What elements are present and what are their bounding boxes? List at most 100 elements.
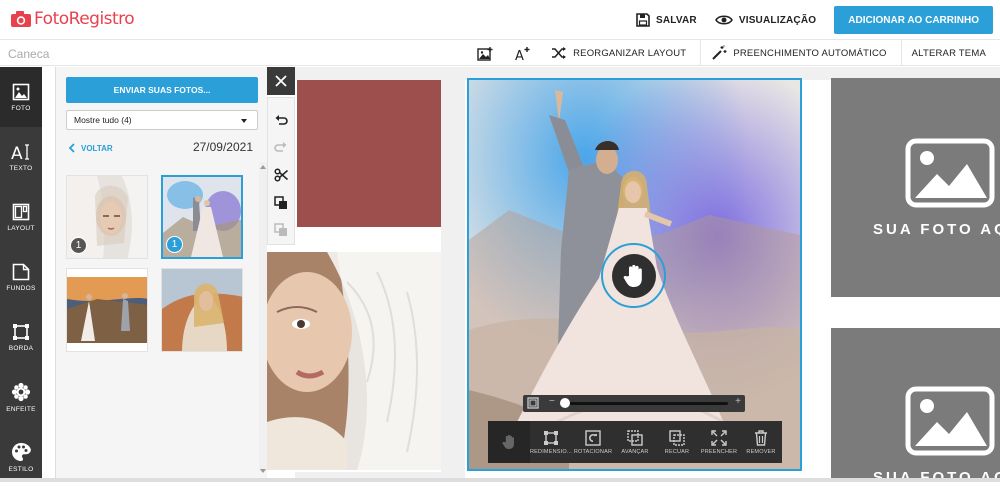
zoom-slider-track[interactable] [563, 402, 728, 405]
image-placeholder-icon [905, 138, 995, 208]
drag-handle-inner [611, 253, 656, 298]
usage-count-badge: 1 [70, 237, 87, 254]
zoom-in-icon[interactable]: + [735, 396, 741, 407]
redo-button[interactable] [274, 134, 288, 162]
copy-button[interactable] [274, 189, 288, 217]
nav-label: TEXTO [9, 164, 33, 172]
photo-thumbnail[interactable]: 1 [66, 175, 148, 259]
text-icon: A [11, 144, 29, 161]
remove-label: REMOVER [746, 448, 776, 455]
nav-backgrounds[interactable]: FUNDOS [0, 247, 42, 307]
nav-text[interactable]: A TEXTO [0, 127, 42, 187]
toolbar-divider [900, 40, 902, 66]
toolbar-divider [700, 40, 702, 66]
photo-icon [12, 83, 30, 100]
magic-wand-icon [712, 45, 727, 60]
resize-button[interactable]: REDIMENSIO... [530, 421, 572, 463]
redo-icon [274, 142, 287, 153]
thumbnail-image [67, 269, 147, 351]
zoom-slider-handle[interactable] [560, 398, 570, 408]
edit-tools [267, 97, 295, 245]
add-text-button[interactable]: A [514, 46, 537, 61]
background-icon [12, 263, 30, 280]
rotate-label: ROTACIONAR [573, 448, 613, 455]
fit-frame-icon[interactable] [527, 397, 539, 409]
add-text-icon: A [515, 46, 530, 61]
thumbnail-image [162, 269, 242, 351]
bottom-scrollbar[interactable] [0, 478, 1000, 482]
image-placeholder-icon [905, 386, 995, 456]
zoom-out-icon[interactable]: − [549, 396, 555, 407]
copy-icon [274, 195, 287, 209]
photo-frame-left[interactable] [267, 252, 441, 470]
expand-icon [711, 429, 727, 446]
photo-thumbnail[interactable] [66, 268, 148, 352]
logo[interactable]: FotoRegistro [10, 9, 135, 29]
nav-photo[interactable]: FOTO [0, 67, 42, 127]
scissors-icon [274, 168, 288, 182]
rearrange-layout-label: REORGANIZAR LAYOUT [573, 47, 687, 59]
add-to-cart-button[interactable]: ADICIONAR AO CARRINHO [834, 6, 993, 34]
folder-date: 27/09/2021 [192, 140, 253, 154]
nav-layout[interactable]: LAYOUT [0, 187, 42, 247]
close-panel-button[interactable] [267, 67, 295, 95]
paste-button[interactable] [274, 216, 288, 244]
add-image-button[interactable] [477, 46, 500, 61]
send-backward-icon [669, 429, 685, 446]
nav-border[interactable]: BORDA [0, 307, 42, 367]
photo-filter-select[interactable]: Mostre tudo (4) [66, 110, 258, 130]
photo-placeholder[interactable]: SUA FOTO AQUI [831, 78, 1000, 297]
pan-button[interactable] [488, 421, 530, 463]
usage-count-badge: 1 [166, 236, 183, 253]
color-block[interactable] [297, 80, 441, 227]
side-navigation: FOTO A TEXTO LAYOUT FUNDOS BORDA ENFEITE… [0, 67, 42, 482]
save-label: SALVAR [656, 14, 697, 26]
caret-down-icon [241, 119, 247, 123]
nav-label: FUNDOS [6, 284, 36, 292]
preview-button[interactable]: VISUALIZAÇÃO [714, 14, 816, 26]
nav-label: BORDA [8, 344, 34, 352]
fill-button[interactable]: PREENCHER [698, 421, 740, 463]
nav-decoration[interactable]: ENFEITE [0, 367, 42, 427]
shuffle-icon [552, 47, 567, 59]
rotate-button[interactable]: ROTACIONAR [572, 421, 614, 463]
resize-icon [544, 430, 558, 445]
drag-handle[interactable] [601, 243, 666, 308]
back-label: VOLTAR [81, 143, 113, 153]
cut-button[interactable] [274, 161, 288, 189]
scroll-up-icon[interactable] [260, 165, 266, 169]
save-icon [636, 13, 650, 27]
zoom-control: − + [523, 395, 745, 412]
save-button[interactable]: SALVAR [636, 13, 697, 27]
photo-thumbnail[interactable] [161, 268, 243, 352]
nav-label: LAYOUT [7, 224, 35, 232]
photo-placeholder[interactable]: SUA FOTO AQUI [831, 328, 1000, 482]
undo-button[interactable] [274, 106, 288, 134]
bring-forward-button[interactable]: AVANÇAR [614, 421, 656, 463]
change-theme-button[interactable]: ALTERAR TEMA [912, 48, 986, 59]
bring-forward-label: AVANÇAR [621, 448, 649, 455]
scroll-down-icon[interactable] [260, 469, 266, 473]
upload-photos-button[interactable]: ENVIAR SUAS FOTOS... [66, 77, 258, 103]
filter-value: Mostre tudo (4) [74, 115, 132, 125]
eye-icon [714, 15, 733, 25]
rotate-icon [585, 429, 601, 446]
remove-button[interactable]: REMOVER [740, 421, 782, 463]
rearrange-layout-button[interactable]: REORGANIZAR LAYOUT [551, 47, 686, 59]
photo-thumbnail-selected[interactable]: 1 [161, 175, 243, 259]
autofill-button[interactable]: PREENCHIMENTO AUTOMÁTICO [711, 45, 886, 61]
panel-scrollbar[interactable] [259, 162, 267, 472]
undo-icon [275, 114, 288, 125]
send-backward-button[interactable]: RECUAR [656, 421, 698, 463]
bride-veil-photo [267, 252, 441, 470]
fill-label: PREENCHER [700, 448, 738, 455]
nav-label: ENFEITE [6, 405, 36, 413]
border-icon [13, 323, 29, 340]
decoration-icon [11, 382, 31, 401]
top-bar: FotoRegistro SALVAR VISUALIZAÇÃO ADICION… [0, 0, 1000, 40]
back-link[interactable]: VOLTAR [68, 143, 113, 153]
photo-edit-toolbar: REDIMENSIO... ROTACIONAR AVANÇAR RECUAR … [488, 421, 782, 463]
layout-icon [12, 203, 30, 220]
svg-text:A: A [515, 49, 524, 61]
change-theme-label: ALTERAR TEMA [911, 47, 986, 59]
